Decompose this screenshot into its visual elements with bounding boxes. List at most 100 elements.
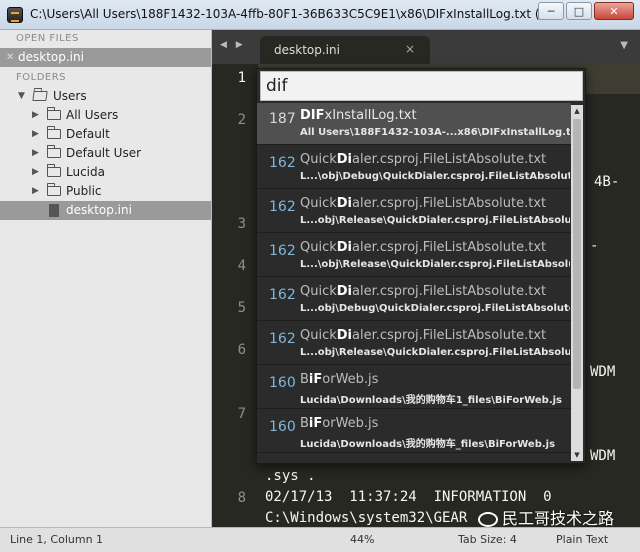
code-fragment[interactable]: WDM [590,364,615,380]
result-filename: DIFxInstallLog.txt [300,108,417,123]
folder-icon [47,183,61,196]
filename-suffix: orWeb.js [322,416,379,431]
tab-close-icon[interactable]: × [405,42,415,56]
goto-anything-panel: 187 DIFxInstallLog.txt All Users\188F1432-… [256,68,586,464]
watermark: 民工哥技术之路 [478,505,614,529]
window-title-bar: C:\Users\All Users\188F1432-103A-4ffb-80… [0,0,640,30]
filename-match: Di [336,240,353,255]
goto-result-item[interactable]: 162 QuickDialer.csproj.FileListAbsolute.t… [257,279,571,321]
result-score: 162 [269,243,296,259]
filename-match: Di [336,284,353,299]
result-score: 162 [269,199,296,215]
goto-result-item[interactable]: 162 QuickDialer.csproj.FileListAbsolute.t… [257,147,571,189]
result-path: All Users\188F1432-103A-...x86\DIFxInsta… [300,127,570,138]
folder-default[interactable]: ▶ Default [0,125,211,144]
minimize-button[interactable]: ─ [538,2,564,20]
result-filename: QuickDialer.csproj.FileListAbsolute.txt [300,152,546,167]
line-number: 3 [237,216,246,232]
filename-prefix: Quick [300,152,337,167]
line-number: 5 [237,300,246,316]
folder-users[interactable]: ▼ Users [0,87,211,106]
collapse-arrow-icon[interactable]: ▶ [32,106,39,125]
scrollbar-thumb[interactable] [573,119,581,389]
filename-suffix: aler.csproj.FileListAbsolute.txt [352,284,547,299]
goto-result-item[interactable]: 160 BiForWeb.js Lucida\Downloads\我的购物车_fil… [257,411,571,453]
results-scrollbar[interactable]: ▲ ▼ [571,105,583,461]
scroll-down-icon[interactable]: ▼ [571,449,583,461]
open-file-label: desktop.ini [18,50,84,64]
code-fragment[interactable]: WDM [590,448,615,464]
tab-desktop-ini[interactable]: desktop.ini × [260,36,430,64]
file-icon [49,204,59,217]
result-score: 160 [269,375,296,391]
expand-arrow-icon[interactable]: ▼ [18,87,25,106]
folder-default-user[interactable]: ▶ Default User [0,144,211,163]
filename-suffix: xInstallLog.txt [324,108,417,123]
code-fragment[interactable]: 4B- [594,174,619,190]
result-score: 162 [269,331,296,347]
goto-result-item[interactable]: 187 DIFxInstallLog.txt All Users\188F1432-… [257,103,571,145]
code-line[interactable]: 02/17/13 11:37:24 INFORMATION 0 [265,489,552,505]
folder-label: Default User [66,146,142,160]
scroll-up-icon[interactable]: ▲ [571,105,583,117]
line-number: 6 [237,342,246,358]
folder-label: Lucida [66,165,105,179]
filename-suffix: aler.csproj.FileListAbsolute.txt [352,328,547,343]
folder-icon [47,107,61,120]
goto-search-input[interactable] [260,71,583,101]
goto-result-item[interactable]: 162 QuickDialer.csproj.FileListAbsolute.t… [257,191,571,233]
result-score: 160 [269,419,296,435]
collapse-arrow-icon[interactable]: ▶ [32,144,39,163]
folder-all-users[interactable]: ▶ All Users [0,106,211,125]
collapse-arrow-icon[interactable]: ▶ [32,182,39,201]
file-desktop-ini[interactable]: desktop.ini [0,201,211,220]
folder-icon [47,126,61,139]
cursor-position: Line 1, Column 1 [10,533,104,546]
result-filename: QuickDialer.csproj.FileListAbsolute.txt [300,240,546,255]
line-number: 7 [237,406,246,422]
zoom-level: 44% [350,533,375,546]
tab-label: desktop.ini [274,43,340,57]
filename-prefix: B [300,416,309,431]
collapse-arrow-icon[interactable]: ▶ [32,163,39,182]
code-line[interactable]: C:\Windows\system32\GEAR [265,510,467,526]
line-number: 8 [237,490,246,506]
tab-size-selector[interactable]: Tab Size: 4 [458,533,517,546]
file-label: desktop.ini [66,203,132,217]
folder-label: Public [66,184,102,198]
result-filename: QuickDialer.csproj.FileListAbsolute.txt [300,328,546,343]
filename-match: Di [336,196,353,211]
syntax-selector[interactable]: Plain Text [556,533,608,546]
result-filename: QuickDialer.csproj.FileListAbsolute.txt [300,196,546,211]
maximize-button[interactable]: □ [566,2,592,20]
wechat-logo-icon [478,512,498,527]
filename-prefix: Quick [300,240,337,255]
filename-suffix: aler.csproj.FileListAbsolute.txt [352,152,547,167]
folder-public[interactable]: ▶ Public [0,182,211,201]
collapse-arrow-icon[interactable]: ▶ [32,125,39,144]
result-path: Lucida\Downloads\我的购物车_files\BiForWeb.js [300,439,556,450]
result-filename: BiForWeb.js [300,416,378,431]
goto-result-item[interactable]: 162 QuickDialer.csproj.FileListAbsolute.t… [257,323,571,365]
code-line[interactable]: .sys . [265,468,316,484]
open-file-item[interactable]: ✕ desktop.ini [0,48,211,67]
folder-lucida[interactable]: ▶ Lucida [0,163,211,182]
close-button[interactable]: ✕ [594,2,634,20]
goto-result-item[interactable]: 160 BiForWeb.js Lucida\Downloads\我的购物车1_fi… [257,367,571,409]
tab-bar: ◀ ▶ desktop.ini × ▼ [212,30,640,64]
goto-result-item[interactable]: 162 QuickDialer.csproj.FileListAbsolute.t… [257,235,571,277]
result-path: L...obj\Release\QuickDialer.csproj.FileL… [300,215,570,226]
folders-header: FOLDERS [16,72,67,83]
tab-nav-arrows-icon[interactable]: ◀ ▶ [220,40,246,50]
filename-match: Di [336,328,353,343]
close-file-icon[interactable]: ✕ [6,48,14,67]
result-score: 187 [269,111,296,127]
result-filename: QuickDialer.csproj.FileListAbsolute.txt [300,284,546,299]
filename-match: Di [336,152,353,167]
result-path: L...\obj\Debug\QuickDialer.csproj.FileLi… [300,171,570,182]
code-fragment[interactable]: - [590,238,598,254]
window-title: C:\Users\All Users\188F1432-103A-4ffb-80… [30,7,540,21]
window-controls: ─ □ ✕ [538,2,634,20]
result-path: Lucida\Downloads\我的购物车1_files\BiForWeb.j… [300,395,562,406]
tab-menu-icon[interactable]: ▼ [620,40,628,51]
